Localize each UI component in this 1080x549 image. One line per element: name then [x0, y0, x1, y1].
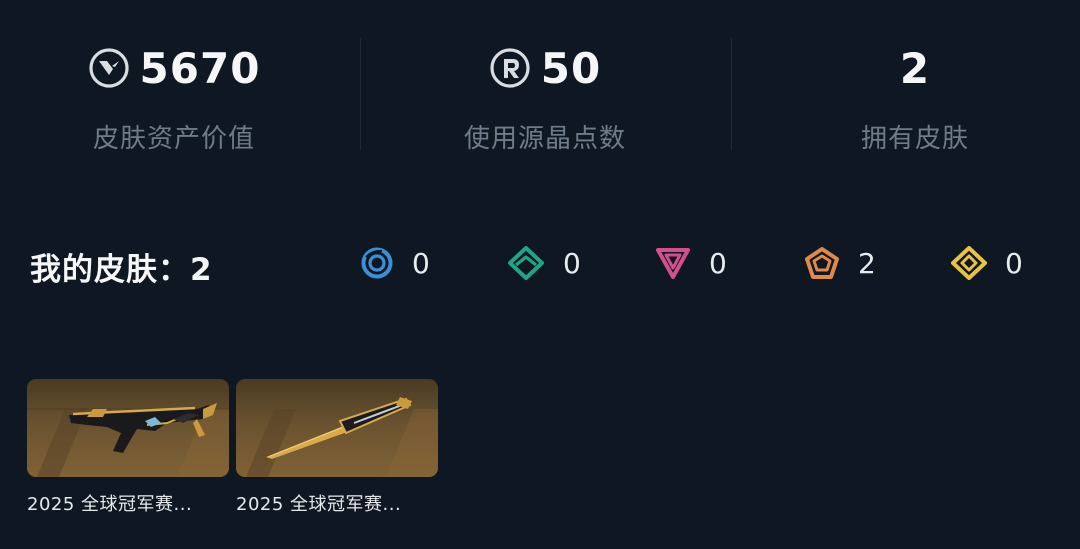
exclusive-tier-icon — [805, 247, 839, 279]
skin-title: 2025 全球冠军赛... — [27, 494, 193, 515]
my-skins-title: 我的皮肤： — [30, 252, 190, 288]
stat-skin-asset-value: 5670 皮肤资产价值 — [9, 40, 339, 155]
rarity-count: 2 — [858, 246, 876, 280]
skin-card[interactable]: 2025 全球冠军赛... — [27, 379, 229, 516]
skin-thumbnail — [236, 379, 438, 477]
skin-card[interactable]: 2025 全球冠军赛... — [236, 379, 438, 516]
valorant-points-icon — [88, 47, 130, 89]
stat-radianite-used: 50 使用源晶点数 — [380, 40, 710, 155]
owned-skins-number: 2 — [899, 43, 931, 93]
divider — [731, 38, 732, 150]
radianite-points-icon — [489, 47, 531, 89]
premium-tier-icon — [656, 248, 690, 279]
owned-skins-label: 拥有皮肤 — [860, 124, 969, 154]
rarity-filter-select[interactable]: 0 — [360, 246, 430, 280]
stats-row: 5670 皮肤资产价值 50 使用源晶点数 2 拥有皮肤 — [0, 0, 1080, 180]
my-skins-count: 2 — [190, 252, 213, 288]
skin-thumbnail — [27, 379, 229, 477]
rarity-count: 0 — [563, 246, 581, 280]
knife-skin-image — [246, 397, 438, 477]
rarity-filter-deluxe[interactable]: 0 — [507, 246, 581, 280]
skin-list: 2025 全球冠军赛... 2025 全球冠军赛... — [27, 379, 447, 519]
select-tier-icon — [361, 247, 393, 279]
deluxe-tier-icon — [508, 246, 544, 280]
rifle-skin-image — [27, 403, 229, 477]
rarity-count: 0 — [709, 246, 727, 280]
divider — [360, 38, 361, 150]
rarity-filter-exclusive[interactable]: 2 — [804, 246, 876, 280]
asset-value-number: 5670 — [139, 43, 261, 93]
radianite-used-label: 使用源晶点数 — [463, 124, 626, 154]
rarity-count: 0 — [412, 246, 430, 280]
skin-title: 2025 全球冠军赛... — [236, 494, 402, 515]
my-skins-heading: 我的皮肤：2 — [30, 244, 213, 289]
rarity-count: 0 — [1005, 246, 1023, 280]
rarity-filter-premium[interactable]: 0 — [655, 246, 727, 280]
ultra-tier-icon — [951, 246, 987, 280]
asset-value-label: 皮肤资产价值 — [92, 124, 255, 154]
stat-owned-skins: 2 拥有皮肤 — [750, 40, 1080, 155]
radianite-used-number: 50 — [540, 43, 602, 93]
rarity-filter-ultra[interactable]: 0 — [951, 246, 1023, 280]
my-skins-summary: 我的皮肤：2 0 0 0 2 0 — [0, 242, 1080, 292]
